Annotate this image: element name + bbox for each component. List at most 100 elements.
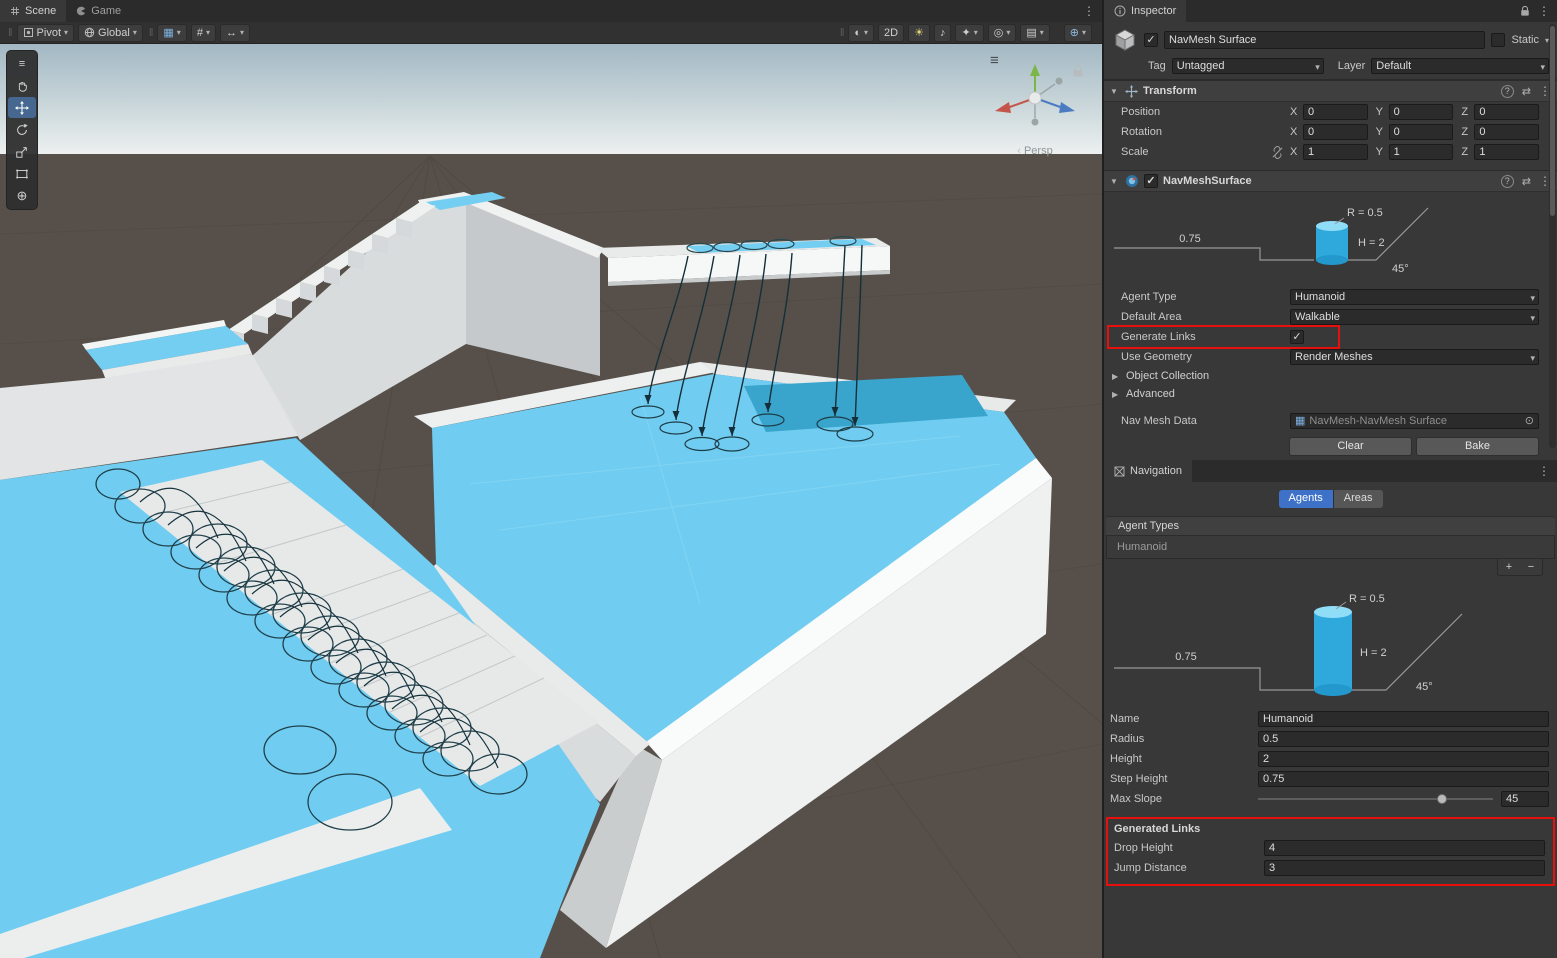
toolbar-pivot-button[interactable]: Pivot ▾ — [17, 24, 74, 42]
scale-icon — [15, 145, 29, 159]
nav-mesh-data-row: Nav Mesh Data ▦ NavMesh-NavMesh Surface … — [1104, 411, 1557, 431]
scale-z-field[interactable]: 1 — [1474, 144, 1539, 160]
rotation-z-field[interactable]: 0 — [1474, 124, 1539, 140]
gameobject-active-checkbox[interactable]: ✓ — [1144, 33, 1158, 47]
navmeshsurface-enabled-checkbox[interactable]: ✓ — [1144, 174, 1158, 188]
tool-rotate[interactable] — [8, 119, 36, 140]
step-height-field[interactable]: 0.75 — [1258, 771, 1549, 787]
scene-tab-menu-icon[interactable]: ⋮ — [1083, 4, 1095, 18]
constrain-scale-icon[interactable] — [1271, 146, 1284, 159]
toolbar-effects-button[interactable]: ✦ ▾ — [955, 24, 983, 42]
tab-agents[interactable]: Agents — [1279, 490, 1333, 508]
rotation-y-field[interactable]: 0 — [1389, 124, 1454, 140]
grid-icon: ▦ — [163, 26, 173, 39]
toolbar-measure-button[interactable]: ↔ ▾ — [220, 24, 250, 42]
tool-rect[interactable] — [8, 163, 36, 184]
generate-links-checkbox[interactable]: ✓ — [1290, 330, 1304, 344]
2d-mode-label: 2D — [884, 27, 898, 39]
tools-menu-button[interactable]: ≡ — [8, 53, 36, 74]
jump-distance-field[interactable]: 3 — [1264, 860, 1545, 876]
navmeshsurface-foldout-arrow[interactable]: ▼ — [1110, 177, 1120, 186]
agent-types-list: Humanoid — [1106, 536, 1555, 559]
scale-x-field[interactable]: 1 — [1303, 144, 1368, 160]
tool-hand[interactable] — [8, 75, 36, 96]
gameobject-name-field[interactable]: NavMesh Surface — [1164, 31, 1485, 49]
position-x-field[interactable]: 0 — [1303, 104, 1368, 120]
tool-move[interactable] — [8, 97, 36, 118]
agent-types-header: Agent Types — [1106, 516, 1555, 536]
advanced-foldout[interactable]: ▶ Advanced — [1104, 385, 1557, 403]
help-icon[interactable]: ? — [1501, 175, 1514, 188]
scene-3d-viewport[interactable] — [0, 44, 1102, 958]
move-icon — [15, 101, 29, 115]
transform-foldout-arrow[interactable]: ▼ — [1110, 87, 1120, 96]
toolbar-drag-handle[interactable]: ‖ — [8, 27, 11, 39]
toolbar-snap-increment-button[interactable]: # ▾ — [191, 24, 216, 42]
radius-field[interactable]: 0.5 — [1258, 731, 1549, 747]
remove-agent-button[interactable]: − — [1520, 559, 1542, 575]
snap-icon: # — [197, 27, 203, 39]
toolbar-grid-snap-button[interactable]: ▦ ▾ — [157, 24, 186, 42]
toolbar-gizmos-button[interactable]: ⊕ ▾ — [1064, 24, 1092, 42]
nav-mesh-data-field[interactable]: ▦ NavMesh-NavMesh Surface ⊙ — [1290, 413, 1539, 429]
orientation-gizmo[interactable]: ‹Persp — [980, 62, 1090, 157]
scale-y-field[interactable]: 1 — [1389, 144, 1454, 160]
generate-links-row: Generate Links ✓ — [1104, 327, 1557, 347]
tool-transform[interactable]: ⊕ — [8, 185, 36, 206]
toolbar-drag-handle[interactable]: ‖ — [149, 27, 152, 39]
toolbar-visibility-button[interactable]: ◎ ▾ — [988, 24, 1017, 42]
tab-scene[interactable]: Scene — [0, 0, 66, 22]
slider-track[interactable] — [1258, 798, 1493, 800]
slider-handle[interactable] — [1437, 794, 1447, 804]
transform-component-header[interactable]: ▼ Transform ? ⇄ ⋮ — [1104, 80, 1557, 102]
tab-game[interactable]: Game — [66, 0, 131, 22]
lock-icon[interactable] — [1520, 5, 1530, 17]
tab-navigation[interactable]: Navigation — [1104, 460, 1192, 482]
static-checkbox[interactable] — [1491, 33, 1505, 47]
presets-icon[interactable]: ⇄ — [1522, 175, 1531, 188]
scene-canvas[interactable]: ≡ ⊕ ≡ — [0, 44, 1102, 958]
use-geometry-dropdown[interactable]: Render Meshes▾ — [1290, 349, 1539, 365]
agent-name-field[interactable]: Humanoid — [1258, 711, 1549, 727]
toolbar-lighting-button[interactable]: ☀ — [908, 24, 930, 42]
add-agent-button[interactable]: + — [1498, 559, 1520, 575]
audio-mute-icon: ♪ — [940, 27, 946, 39]
tool-scale[interactable] — [8, 141, 36, 162]
bake-button[interactable]: Bake — [1416, 437, 1539, 456]
help-icon[interactable]: ? — [1501, 85, 1514, 98]
tab-inspector[interactable]: Inspector — [1104, 0, 1186, 22]
layer-dropdown[interactable]: Default▾ — [1371, 58, 1549, 74]
default-area-dropdown[interactable]: Walkable▾ — [1290, 309, 1539, 325]
tab-areas[interactable]: Areas — [1333, 490, 1383, 508]
position-z-field[interactable]: 0 — [1474, 104, 1539, 120]
max-slope-slider[interactable] — [1258, 791, 1493, 807]
height-field[interactable]: 2 — [1258, 751, 1549, 767]
toolbar-audio-button[interactable]: ♪ — [934, 24, 952, 42]
rotation-x-field[interactable]: 0 — [1303, 124, 1368, 140]
object-picker-icon[interactable]: ⊙ — [1525, 414, 1534, 428]
inspector-menu-icon[interactable]: ⋮ — [1538, 4, 1550, 18]
max-slope-field[interactable]: 45 — [1501, 791, 1549, 807]
toolbar-2d-button[interactable]: 2D — [878, 24, 904, 42]
drop-height-field[interactable]: 4 — [1264, 840, 1545, 856]
agent-list-footer: + − — [1104, 559, 1543, 576]
scrollbar-thumb[interactable] — [1550, 26, 1555, 216]
tag-dropdown[interactable]: Untagged▾ — [1172, 58, 1324, 74]
toolbar-drag-handle[interactable]: ‖ — [840, 27, 843, 39]
presets-icon[interactable]: ⇄ — [1522, 85, 1531, 98]
toolbar-shading-mode-button[interactable]: ◐ ▾ — [848, 24, 874, 42]
object-collection-foldout[interactable]: ▶ Object Collection — [1104, 367, 1557, 385]
rotation-label: Rotation — [1121, 126, 1290, 138]
agent-list-item[interactable]: Humanoid — [1107, 536, 1554, 558]
toolbar-camera-button[interactable]: ▤ ▾ — [1020, 24, 1049, 42]
clear-button[interactable]: Clear — [1289, 437, 1412, 456]
agent-type-dropdown[interactable]: Humanoid▾ — [1290, 289, 1539, 305]
navmeshsurface-component-header[interactable]: ▼ ✓ NavMeshSurface ? ⇄ ⋮ — [1104, 170, 1557, 192]
toolbar-global-button[interactable]: Global ▾ — [78, 24, 143, 42]
gizmo-projection-label[interactable]: ‹Persp — [980, 145, 1090, 157]
scale-label: Scale — [1121, 146, 1271, 158]
max-slope-label: Max Slope — [1110, 793, 1258, 805]
inspector-scrollbar[interactable] — [1549, 24, 1556, 448]
position-y-field[interactable]: 0 — [1389, 104, 1454, 120]
navigation-menu-icon[interactable]: ⋮ — [1538, 464, 1550, 478]
